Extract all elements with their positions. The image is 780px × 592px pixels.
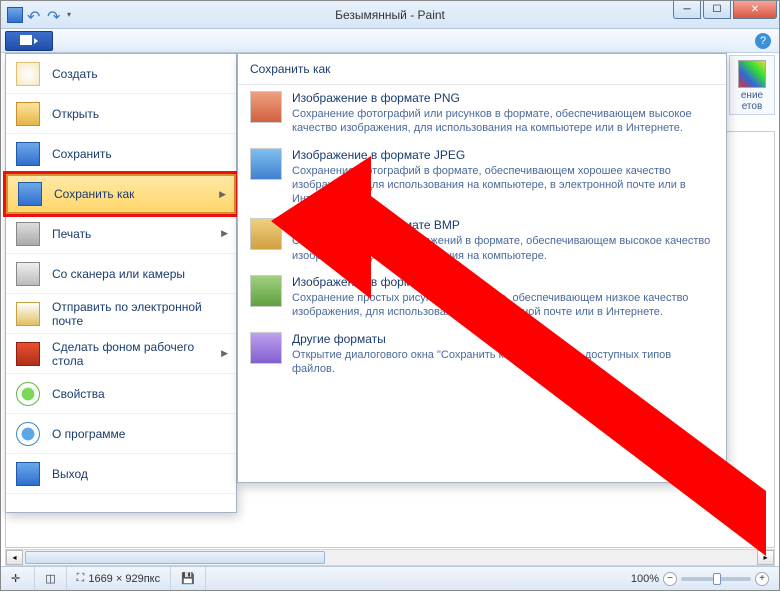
menu-item-set-desktop[interactable]: Сделать фоном рабочего стола ▶ xyxy=(6,334,236,374)
submenu-item-bmp[interactable]: Изображение в формате BMP Сохранение люб… xyxy=(238,212,726,269)
menu-item-email[interactable]: Отправить по электронной почте xyxy=(6,294,236,334)
print-icon xyxy=(16,222,40,246)
size-icon: ⛶ xyxy=(77,572,85,585)
menu-item-save-as[interactable]: Сохранить как ▶ xyxy=(6,174,236,214)
menu-label: Создать xyxy=(52,67,98,81)
qat-undo-icon[interactable]: ↶ xyxy=(27,7,43,23)
chevron-right-icon: ▶ xyxy=(221,228,228,239)
other-formats-icon xyxy=(250,332,282,364)
status-size: ⛶ 1669 × 929пкс xyxy=(67,567,171,590)
status-zoom: 100% − + xyxy=(621,567,779,590)
file-menu-icon xyxy=(20,35,38,47)
submenu-item-png[interactable]: Изображение в формате PNG Сохранение фот… xyxy=(238,85,726,142)
qat-dropdown-icon[interactable]: ▾ xyxy=(67,10,71,19)
menu-item-exit[interactable]: Выход xyxy=(6,454,236,494)
zoom-slider[interactable] xyxy=(681,577,751,581)
menu-label: Со сканера или камеры xyxy=(52,267,185,281)
menu-label: Выход xyxy=(52,467,88,481)
edit-colors-panel: ение етов xyxy=(729,55,775,115)
submenu-header: Сохранить как xyxy=(238,54,726,85)
menu-label: Печать xyxy=(52,227,91,241)
menu-item-save[interactable]: Сохранить xyxy=(6,134,236,174)
menu-item-open[interactable]: Открыть xyxy=(6,94,236,134)
new-icon xyxy=(16,62,40,86)
gif-icon xyxy=(250,275,282,307)
menu-label: Сохранить xyxy=(52,147,112,161)
menu-item-properties[interactable]: Свойства xyxy=(6,374,236,414)
properties-icon xyxy=(16,382,40,406)
window-title: Безымянный - Paint xyxy=(335,8,445,22)
menu-label: Сделать фоном рабочего стола xyxy=(52,340,226,368)
submenu-title: Изображение в формате GIF xyxy=(292,275,714,289)
zoom-slider-thumb[interactable] xyxy=(713,573,721,585)
scanner-icon xyxy=(16,262,40,286)
save-as-icon xyxy=(18,182,42,206)
jpeg-icon xyxy=(250,148,282,180)
scroll-right-button[interactable]: ▸ xyxy=(757,550,774,565)
close-button[interactable]: ✕ xyxy=(733,1,777,19)
ribbon: ? xyxy=(1,29,779,53)
file-menu-button[interactable] xyxy=(5,31,53,51)
about-icon xyxy=(16,422,40,446)
quick-access-toolbar: ↶ ↷ ▾ xyxy=(1,7,71,23)
menu-item-scanner[interactable]: Со сканера или камеры xyxy=(6,254,236,294)
submenu-item-jpeg[interactable]: Изображение в формате JPEG Сохранение фо… xyxy=(238,142,726,213)
minimize-button[interactable]: ─ xyxy=(673,1,701,19)
submenu-desc: Сохранение простых рисунков в формате, о… xyxy=(292,291,714,320)
maximize-button[interactable]: ☐ xyxy=(703,1,731,19)
status-coords: ✛ xyxy=(1,567,35,590)
email-icon xyxy=(16,302,40,326)
zoom-in-button[interactable]: + xyxy=(755,572,769,586)
scroll-left-button[interactable]: ◂ xyxy=(6,550,23,565)
open-icon xyxy=(16,102,40,126)
cursor-icon: ✛ xyxy=(11,572,20,585)
selection-icon: ◫ xyxy=(45,572,55,585)
titlebar: ↶ ↷ ▾ Безымянный - Paint ─ ☐ ✕ xyxy=(1,1,779,29)
disk-icon: 💾 xyxy=(181,572,195,585)
scroll-thumb[interactable] xyxy=(25,551,325,564)
menu-label: Отправить по электронной почте xyxy=(52,300,226,328)
chevron-right-icon: ▶ xyxy=(221,348,228,359)
edit-colors-label2: етов xyxy=(732,101,772,112)
save-as-submenu: Сохранить как Изображение в формате PNG … xyxy=(237,53,727,483)
submenu-title: Другие форматы xyxy=(292,332,714,346)
desktop-icon xyxy=(16,342,40,366)
zoom-value: 100% xyxy=(631,573,659,585)
menu-item-about[interactable]: О программе xyxy=(6,414,236,454)
edit-colors-icon[interactable] xyxy=(738,60,766,88)
submenu-item-other-formats[interactable]: Другие форматы Открытие диалогового окна… xyxy=(238,326,726,383)
menu-label: Открыть xyxy=(52,107,99,121)
submenu-title: Изображение в формате BMP xyxy=(292,218,714,232)
status-selection: ◫ xyxy=(35,567,66,590)
edit-colors-label1: ение xyxy=(732,90,772,101)
submenu-title: Изображение в формате JPEG xyxy=(292,148,714,162)
submenu-desc: Открытие диалогового окна "Сохранить как… xyxy=(292,348,714,377)
window-controls: ─ ☐ ✕ xyxy=(673,1,779,19)
horizontal-scrollbar[interactable]: ◂ ▸ xyxy=(5,549,775,566)
exit-icon xyxy=(16,462,40,486)
submenu-desc: Сохранение фотографий в формате, обеспеч… xyxy=(292,164,714,207)
qat-save-icon[interactable] xyxy=(7,7,23,23)
submenu-item-gif[interactable]: Изображение в формате GIF Сохранение про… xyxy=(238,269,726,326)
submenu-desc: Сохранение фотографий или рисунков в фор… xyxy=(292,107,714,136)
bmp-icon xyxy=(250,218,282,250)
statusbar: ✛ ◫ ⛶ 1669 × 929пкс 💾 100% − + xyxy=(1,566,779,590)
file-menu: Создать Открыть Сохранить Сохранить как … xyxy=(5,53,237,513)
menu-item-new[interactable]: Создать xyxy=(6,54,236,94)
png-icon xyxy=(250,91,282,123)
menu-label: О программе xyxy=(52,427,125,441)
status-disk: 💾 xyxy=(171,567,206,590)
submenu-title: Изображение в формате PNG xyxy=(292,91,714,105)
menu-label: Свойства xyxy=(52,387,105,401)
qat-redo-icon[interactable]: ↷ xyxy=(47,7,63,23)
menu-item-print[interactable]: Печать ▶ xyxy=(6,214,236,254)
chevron-right-icon: ▶ xyxy=(219,189,226,200)
save-icon xyxy=(16,142,40,166)
submenu-desc: Сохранение любых изображений в формате, … xyxy=(292,234,714,263)
help-icon[interactable]: ? xyxy=(755,33,771,49)
menu-label: Сохранить как xyxy=(54,187,134,201)
zoom-out-button[interactable]: − xyxy=(663,572,677,586)
